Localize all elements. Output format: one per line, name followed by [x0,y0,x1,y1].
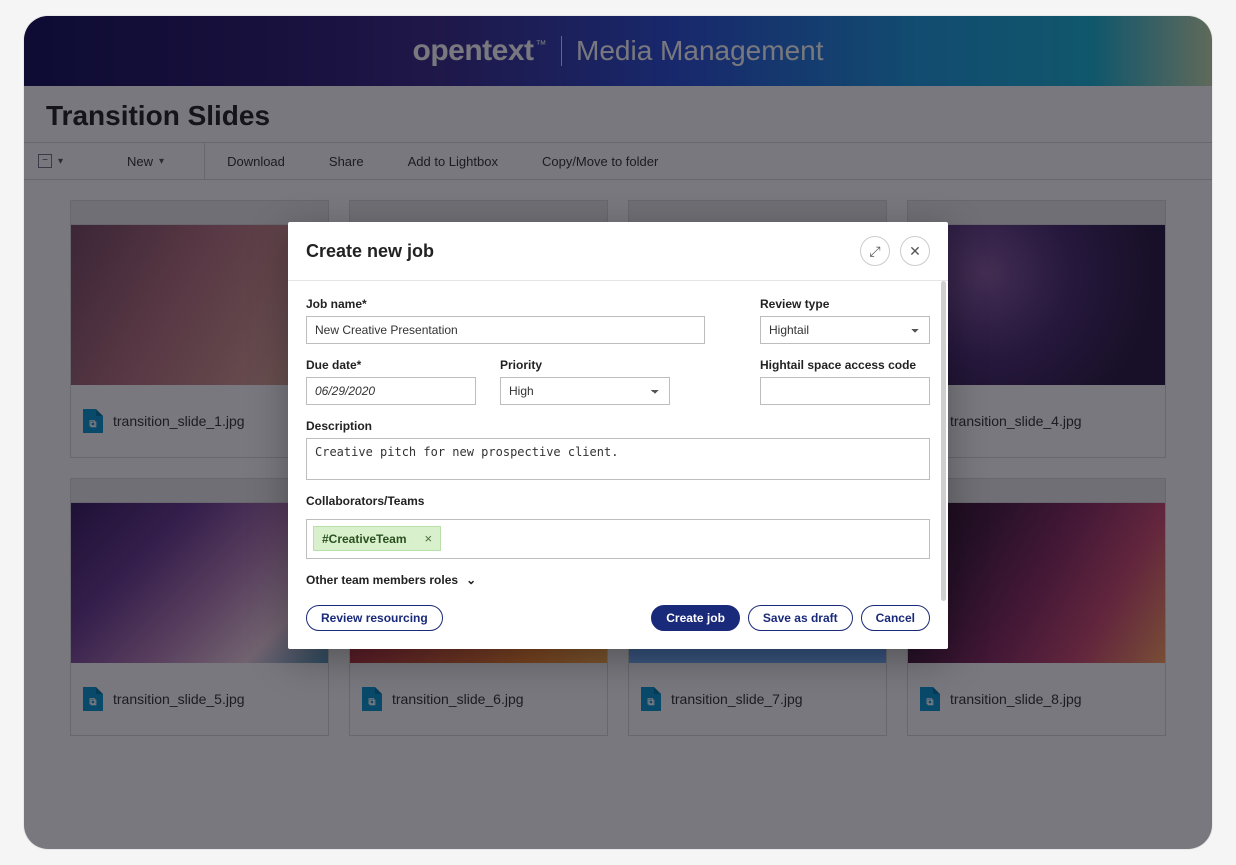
chevron-down-icon: ⌄ [466,573,476,587]
close-icon[interactable]: ✕ [900,236,930,266]
remove-tag-icon[interactable]: × [425,531,433,546]
due-date-label: Due date* [306,358,476,372]
modal-overlay: Create new job ⤢ ✕ Job name* Review type [24,16,1212,849]
job-name-input[interactable] [306,316,705,344]
collaborator-tag: #CreativeTeam × [313,526,441,551]
due-date-input[interactable] [306,377,476,405]
expand-icon[interactable]: ⤢ [860,236,890,266]
cancel-button[interactable]: Cancel [861,605,930,631]
priority-label: Priority [500,358,670,372]
modal-footer: Review resourcing Create job Save as dra… [288,605,948,631]
description-textarea[interactable] [306,438,930,480]
app-frame: opentext™ Media Management Transition Sl… [24,16,1212,849]
review-type-label: Review type [760,297,930,311]
description-label: Description [306,419,930,433]
modal-body: Job name* Review type Hightail Due date* [288,281,948,605]
review-type-select[interactable]: Hightail [760,316,930,344]
modal-title: Create new job [306,241,434,262]
other-roles-label: Other team members roles [306,573,458,587]
collaborator-tag-label: #CreativeTeam [322,532,407,546]
job-name-label: Job name* [306,297,705,311]
other-roles-toggle[interactable]: Other team members roles ⌄ [306,573,930,587]
collaborators-input[interactable]: #CreativeTeam × [306,519,930,559]
create-job-modal: Create new job ⤢ ✕ Job name* Review type [288,222,948,649]
access-code-input[interactable] [760,377,930,405]
create-job-button[interactable]: Create job [651,605,740,631]
modal-header: Create new job ⤢ ✕ [288,222,948,281]
priority-select[interactable]: High [500,377,670,405]
collaborators-label: Collaborators/Teams [306,494,930,508]
review-resourcing-button[interactable]: Review resourcing [306,605,443,631]
save-draft-button[interactable]: Save as draft [748,605,853,631]
access-code-label: Hightail space access code [760,358,930,372]
scrollbar[interactable] [941,281,946,601]
